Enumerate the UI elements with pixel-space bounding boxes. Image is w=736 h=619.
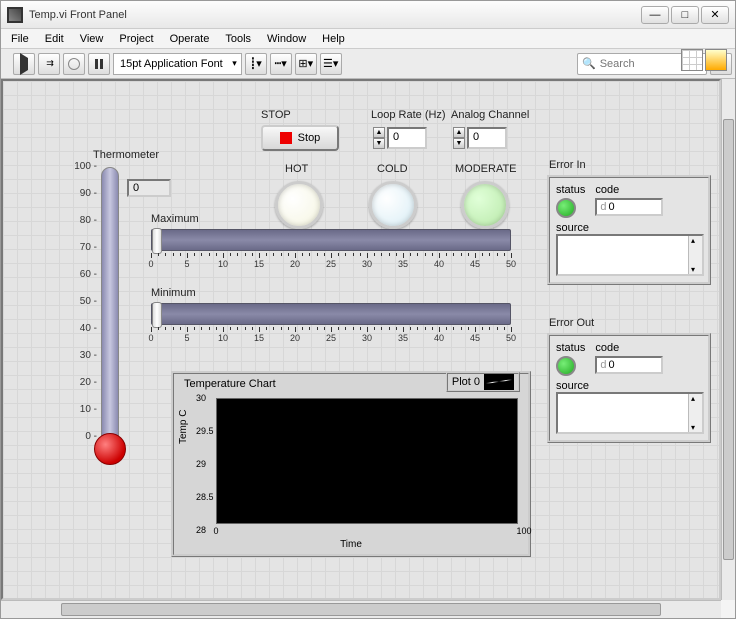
minimum-slider-thumb[interactable] xyxy=(152,302,162,328)
chart-ylabel: Temp C xyxy=(178,410,189,444)
loop-rate-label: Loop Rate (Hz) xyxy=(371,109,446,121)
maximum-slider[interactable]: 05101520253035404550 xyxy=(151,229,511,273)
window-title: Temp.vi Front Panel xyxy=(29,9,641,21)
error-in-status-label: status xyxy=(556,184,585,196)
analog-channel-value[interactable]: 0 xyxy=(467,127,507,149)
search-icon: 🔍 xyxy=(582,57,596,70)
maximum-label: Maximum xyxy=(151,213,199,225)
menu-edit[interactable]: Edit xyxy=(39,31,70,47)
moderate-led xyxy=(461,181,509,229)
run-button[interactable] xyxy=(13,53,35,75)
temperature-chart: Temperature Chart Plot 0 Temp C Time 282… xyxy=(171,371,531,557)
run-continuous-button[interactable]: ⇉ xyxy=(38,53,60,75)
error-in-source-field[interactable] xyxy=(556,234,704,276)
chart-plot-area xyxy=(216,398,518,524)
minimum-slider-scale: 05101520253035404550 xyxy=(151,327,511,347)
minimum-label: Minimum xyxy=(151,287,196,299)
maximum-slider-thumb[interactable] xyxy=(152,228,162,254)
error-out-code-label: code xyxy=(595,342,663,354)
analog-channel-control[interactable]: ▲▼ 0 xyxy=(453,127,507,149)
hot-label: HOT xyxy=(285,163,308,175)
pause-button[interactable] xyxy=(88,53,110,75)
cold-label: COLD xyxy=(377,163,408,175)
app-icon xyxy=(7,7,23,23)
menu-view[interactable]: View xyxy=(74,31,110,47)
analog-channel-spinner[interactable]: ▲▼ xyxy=(453,127,465,149)
stop-button[interactable]: Stop xyxy=(261,125,339,151)
font-selector[interactable]: 15pt Application Font xyxy=(113,53,242,75)
resize-button[interactable]: ⊞▾ xyxy=(295,53,317,75)
error-out-cluster: status code d0 source xyxy=(547,333,711,443)
error-out-code-value[interactable]: d0 xyxy=(595,356,663,374)
stop-icon xyxy=(280,132,292,144)
hot-led xyxy=(275,181,323,229)
error-in-label: Error In xyxy=(549,159,586,171)
error-in-source-label: source xyxy=(556,222,589,234)
analog-channel-label: Analog Channel xyxy=(451,109,529,121)
reorder-button[interactable]: ☰▾ xyxy=(320,53,342,75)
loop-rate-value[interactable]: 0 xyxy=(387,127,427,149)
align-button[interactable]: ┋▾ xyxy=(245,53,267,75)
loop-rate-control[interactable]: ▲▼ 0 xyxy=(373,127,427,149)
search-input[interactable] xyxy=(600,58,690,70)
error-in-code-value[interactable]: d0 xyxy=(595,198,663,216)
menubar: File Edit View Project Operate Tools Win… xyxy=(1,29,735,49)
thermometer-readout[interactable]: 0 xyxy=(127,179,171,197)
thermometer-bulb xyxy=(94,433,126,465)
thermometer-label: Thermometer xyxy=(93,149,159,161)
menu-project[interactable]: Project xyxy=(113,31,159,47)
distribute-button[interactable]: ┅▾ xyxy=(270,53,292,75)
error-out-source-field[interactable] xyxy=(556,392,704,434)
minimum-slider[interactable]: 05101520253035404550 xyxy=(151,303,511,347)
chart-title: Temperature Chart xyxy=(184,378,276,390)
cold-led xyxy=(369,181,417,229)
error-out-status-label: status xyxy=(556,342,585,354)
plot-sample-icon xyxy=(484,374,514,390)
error-out-label: Error Out xyxy=(549,317,594,329)
maximum-slider-scale: 05101520253035404550 xyxy=(151,253,511,273)
thermometer-scale: 100 -90 -80 -70 -60 -50 -40 -30 -20 -10 … xyxy=(73,167,97,451)
close-button[interactable]: ✕ xyxy=(701,6,729,24)
main-window: Temp.vi Front Panel — □ ✕ File Edit View… xyxy=(0,0,736,619)
menu-window[interactable]: Window xyxy=(261,31,312,47)
error-out-status-led xyxy=(556,356,576,376)
menu-operate[interactable]: Operate xyxy=(164,31,216,47)
titlebar: Temp.vi Front Panel — □ ✕ xyxy=(1,1,735,29)
vertical-scrollbar[interactable] xyxy=(721,79,735,600)
minimize-button[interactable]: — xyxy=(641,6,669,24)
horizontal-scrollbar[interactable] xyxy=(1,600,721,618)
thermometer-indicator xyxy=(101,167,119,439)
moderate-label: MODERATE xyxy=(455,163,517,175)
scrollbar[interactable] xyxy=(688,394,702,432)
menu-help[interactable]: Help xyxy=(316,31,351,47)
scrollbar[interactable] xyxy=(688,236,702,274)
error-in-code-label: code xyxy=(595,184,663,196)
palette-grid-icon[interactable] xyxy=(681,49,703,71)
plot-label: Plot 0 xyxy=(452,376,480,388)
maximize-button[interactable]: □ xyxy=(671,6,699,24)
menu-file[interactable]: File xyxy=(5,31,35,47)
chart-xlabel: Time xyxy=(174,539,528,550)
abort-button[interactable] xyxy=(63,53,85,75)
loop-rate-spinner[interactable]: ▲▼ xyxy=(373,127,385,149)
toolbar: ⇉ 15pt Application Font ┋▾ ┅▾ ⊞▾ ☰▾ 🔍 ? xyxy=(1,49,735,79)
stop-label: STOP xyxy=(261,109,291,121)
error-in-status-led xyxy=(556,198,576,218)
palette-tools-icon[interactable] xyxy=(705,49,727,71)
front-panel: Thermometer 100 -90 -80 -70 -60 -50 -40 … xyxy=(1,79,721,600)
menu-tools[interactable]: Tools xyxy=(219,31,257,47)
chart-legend[interactable]: Plot 0 xyxy=(446,372,520,392)
error-out-source-label: source xyxy=(556,380,589,392)
error-in-cluster: status code d0 source xyxy=(547,175,711,285)
